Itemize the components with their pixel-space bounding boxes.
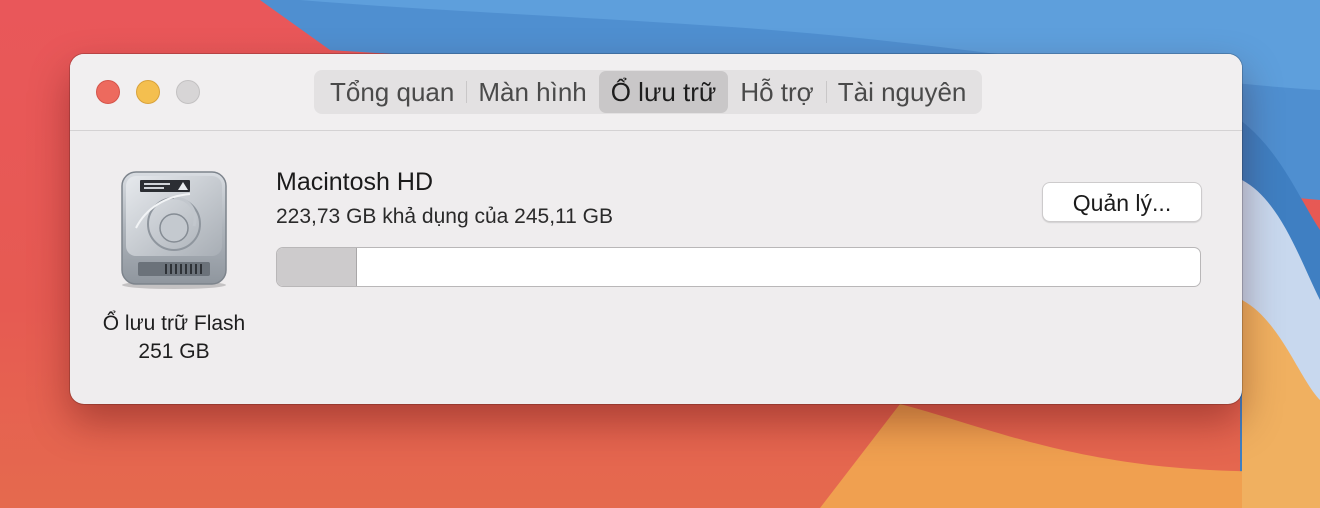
about-this-mac-window: Tổng quan Màn hình Ổ lưu trữ Hỗ trợ Tài … (70, 54, 1242, 404)
close-button[interactable] (96, 80, 120, 104)
storage-usage-bar (276, 247, 1201, 287)
tab-storage[interactable]: Ổ lưu trữ (598, 71, 729, 113)
tab-resources[interactable]: Tài nguyên (825, 71, 979, 113)
manage-button[interactable]: Quản lý... (1042, 182, 1202, 222)
desktop-wallpaper: Tổng quan Màn hình Ổ lưu trữ Hỗ trợ Tài … (0, 0, 1320, 508)
storage-used-segment (277, 248, 358, 286)
tab-bar: Tổng quan Màn hình Ổ lưu trữ Hỗ trợ Tài … (314, 70, 983, 114)
tab-displays[interactable]: Màn hình (466, 71, 598, 113)
zoom-button (176, 80, 200, 104)
minimize-button[interactable] (136, 80, 160, 104)
disk-size: 251 GB (138, 340, 210, 363)
disk-name: Ổ lưu trữ Flash (102, 312, 246, 335)
tab-overview[interactable]: Tổng quan (318, 71, 466, 113)
titlebar: Tổng quan Màn hình Ổ lưu trữ Hỗ trợ Tài … (70, 54, 1242, 131)
volume-name: Macintosh HD (276, 168, 433, 196)
hard-drive-icon (116, 168, 232, 290)
volume-availability: 223,73 GB khả dụng của 245,11 GB (276, 205, 614, 228)
disk-label: Ổ lưu trữ Flash 251 GB (90, 310, 258, 366)
tab-support[interactable]: Hỗ trợ (728, 71, 825, 113)
